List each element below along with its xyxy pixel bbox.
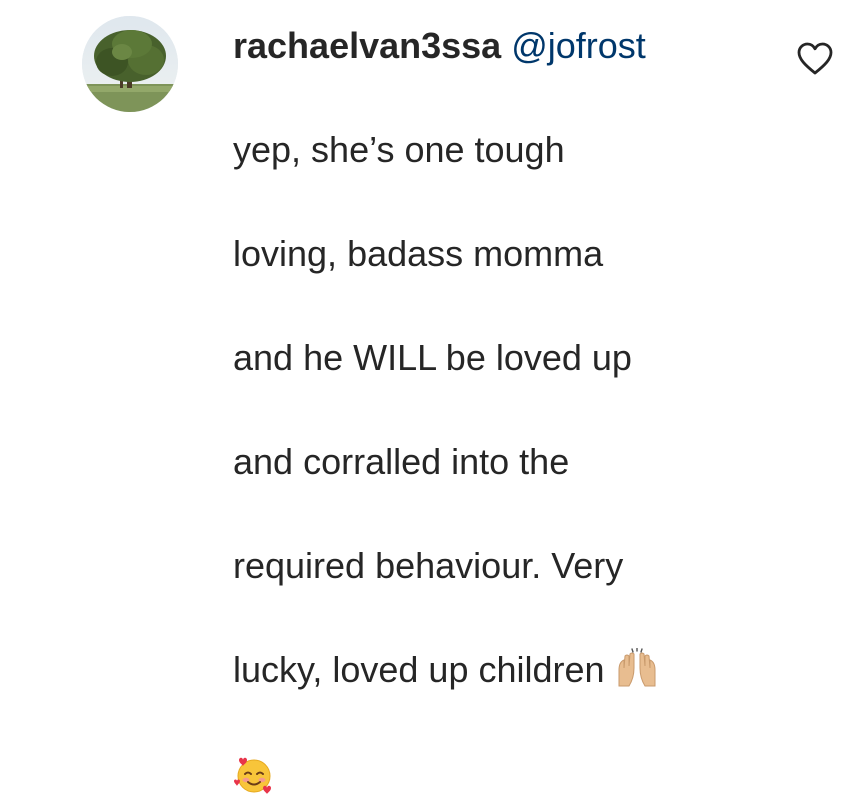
comment-line: yep, she’s one tough — [233, 129, 565, 170]
comment-line: and corralled into the — [233, 441, 570, 482]
comment-content: rachaelvan3ssa @jofrost yep, she’s one t… — [233, 20, 773, 806]
comment-header: rachaelvan3ssa @jofrost — [233, 20, 773, 72]
tree-photo-icon — [82, 16, 178, 112]
comment-line-with-emoji: lucky, loved up children — [233, 644, 773, 702]
comment-line: loving, badass momma — [233, 233, 604, 274]
avatar[interactable] — [82, 16, 178, 112]
raising-hands-icon — [615, 647, 659, 702]
comment: rachaelvan3ssa @jofrost yep, she’s one t… — [0, 0, 862, 794]
mention-link[interactable]: @jofrost — [511, 25, 646, 66]
comment-line: and he WILL be loved up — [233, 337, 632, 378]
heart-outline-icon — [797, 42, 833, 75]
like-button[interactable] — [797, 42, 833, 76]
comment-line: required behaviour. Very — [233, 545, 624, 586]
smiling-face-with-hearts-icon — [233, 754, 275, 801]
comment-text: yep, she’s one tough loving, badass momm… — [233, 72, 773, 754]
emoji-line — [233, 754, 773, 806]
comment-line: lucky, loved up children — [233, 649, 605, 690]
username-link[interactable]: rachaelvan3ssa — [233, 25, 501, 66]
